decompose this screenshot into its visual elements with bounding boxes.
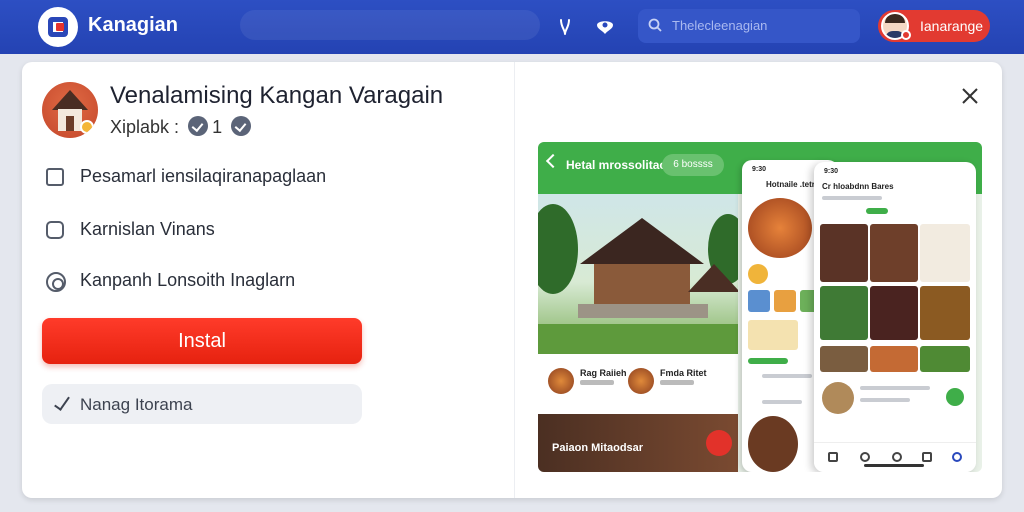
status-time: 9:30 [752, 166, 767, 173]
preview-title: Hetal mrossolitao [566, 158, 667, 172]
search-placeholder: Thelecleenagian [672, 18, 768, 33]
install-button[interactable]: Instal [42, 318, 362, 364]
notification-icon [922, 452, 932, 462]
phone-title: Cr hloabdnn Bares [822, 182, 894, 191]
app-meta: Xiplabk : 1 [110, 116, 255, 138]
food-title: Fmda Ritet [660, 368, 707, 378]
status-time: 9:30 [824, 168, 839, 175]
meta-count: 1 [212, 117, 223, 137]
search-input[interactable]: Thelecleenagian [638, 9, 860, 43]
preview-chip: 6 bossss [662, 154, 724, 176]
home-indicator [864, 464, 924, 467]
logo-dot [56, 23, 64, 31]
app-icon [42, 82, 98, 138]
checkbox[interactable] [46, 168, 64, 186]
app-preview-image: Hetal mrossolitao 6 bossss Rag Raiieh Fm… [538, 142, 982, 472]
secondary-label: Nanag Itorama [80, 395, 193, 414]
pin-icon[interactable] [554, 16, 576, 38]
dialog-divider [514, 62, 515, 498]
brand-logo[interactable] [38, 7, 78, 47]
home-icon [828, 452, 838, 462]
app-title: Venalamising Kangan Varagain [110, 82, 444, 109]
profile-badge [901, 30, 911, 40]
temple-photo [538, 194, 738, 354]
close-icon [962, 88, 978, 104]
secondary-button[interactable]: Nanag Itorama [42, 384, 362, 424]
banner-badge [706, 430, 732, 456]
food-thumbnail [628, 368, 654, 394]
profile-button[interactable]: Ianarange [878, 10, 990, 42]
checkbox[interactable] [46, 221, 64, 239]
option-label: Kanpanh Lonsoith Inaglarn [80, 270, 296, 290]
phone-title: Hotnaile .tetr [766, 180, 815, 189]
food-list: Rag Raiieh Fmda Ritet [538, 354, 738, 414]
back-icon [545, 153, 561, 169]
top-bar: Kanagian Thelecleenagian Ianarange [0, 0, 1024, 54]
search-icon [860, 452, 870, 462]
chevron-icon[interactable] [231, 116, 252, 136]
meta-label: Xiplabk : [110, 117, 180, 137]
check-icon [54, 393, 70, 411]
search-icon [648, 18, 662, 32]
chat-icon[interactable] [594, 16, 616, 38]
phone-mockup-right: 9:30 Cr hloabdnn Bares [814, 162, 976, 472]
profile-icon [952, 452, 962, 462]
verified-icon [188, 116, 209, 136]
radio-button[interactable] [46, 272, 66, 292]
food-thumbnail [548, 368, 574, 394]
option-label: Karnislan Vinans [80, 219, 215, 239]
install-dialog: Venalamising Kangan Varagain Xiplabk : 1… [22, 62, 1002, 498]
brand-name[interactable]: Kanagian [88, 14, 178, 37]
banner-text: Paiaon Mitaodsar [552, 442, 644, 454]
profile-name: Ianarange [920, 18, 984, 34]
food-title: Rag Raiieh [580, 368, 627, 378]
nav-pill [240, 10, 540, 40]
history-icon [892, 452, 902, 462]
bottom-nav [814, 442, 976, 472]
close-button[interactable] [958, 84, 982, 108]
option-label: Pesamarl iensilaqiranapaglaan [80, 166, 327, 186]
preview-banner: Paiaon Mitaodsar [538, 414, 738, 472]
